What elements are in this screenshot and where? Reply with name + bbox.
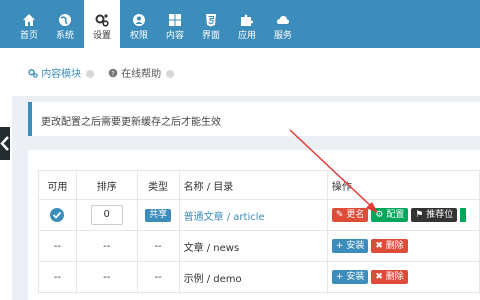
col-type: 类型 — [136, 170, 180, 200]
delete-button[interactable]: ✖ 删除 — [371, 270, 408, 284]
globe-icon — [59, 14, 71, 26]
module-name-link[interactable]: 普通文章 / article — [184, 212, 265, 223]
delete-button[interactable]: ✖ 删除 — [371, 239, 408, 253]
col-order: 排序 — [75, 170, 138, 200]
cogs-icon — [28, 69, 38, 78]
nav-home[interactable]: 首页 — [12, 0, 46, 48]
nav-permissions[interactable]: 权限 — [122, 0, 156, 48]
nav-services[interactable]: 服务 — [266, 0, 300, 48]
sidebar-toggle[interactable] — [0, 127, 10, 160]
puzzle-icon — [241, 14, 253, 26]
nav-settings[interactable]: 设置 — [84, 0, 120, 48]
col-actions: 操作 — [326, 170, 480, 200]
tab-content-modules[interactable]: 内容模块 — [28, 65, 95, 80]
recommend-position-button[interactable]: ⚑ 推荐位 — [411, 208, 458, 222]
enabled-check-icon[interactable] — [50, 208, 65, 222]
table-row: 0 共享 普通文章 / article ✎ 更名 ⚙ 配置 ⚑ 推荐位 — [38, 199, 480, 231]
rename-button[interactable]: ✎ 更名 — [331, 208, 369, 222]
tab-online-help[interactable]: ? 在线帮助 — [108, 65, 175, 80]
grid-icon — [169, 14, 181, 26]
nav-system[interactable]: 系统 — [48, 0, 82, 48]
home-icon — [23, 14, 35, 26]
top-navbar: 首页 系统 设置 权限 内容 界面 应用 服务 — [0, 0, 480, 48]
config-button[interactable]: ⚙ 配置 — [371, 208, 409, 222]
svg-text:?: ? — [111, 70, 114, 78]
info-callout: 更改配置之后需要更新缓存之后才能生效 — [28, 102, 480, 136]
order-input[interactable]: 0 — [90, 205, 123, 225]
table-row: -- -- -- 文章 / news + 安装 ✖ 删除 — [38, 230, 480, 262]
table-row: -- -- -- 示例 / demo + 安装 ✖ 删除 — [38, 261, 480, 293]
tab-close-icon[interactable] — [86, 70, 95, 78]
table-header-row: 可用 排序 类型 名称 / 目录 操作 — [38, 170, 480, 200]
chevron-left-icon — [0, 136, 9, 151]
html5-icon — [206, 14, 216, 27]
modules-table: 可用 排序 类型 名称 / 目录 操作 0 共享 普通文章 / article … — [38, 170, 480, 293]
tab-close-icon[interactable] — [166, 70, 175, 78]
type-badge: 共享 — [145, 208, 172, 222]
col-enabled: 可用 — [38, 170, 77, 200]
cloud-icon — [276, 16, 290, 24]
more-button[interactable] — [460, 208, 467, 222]
nav-content[interactable]: 内容 — [158, 0, 192, 48]
question-icon: ? — [108, 68, 118, 78]
nav-apps[interactable]: 应用 — [230, 0, 264, 48]
cogs-icon — [95, 14, 109, 27]
user-icon — [133, 14, 145, 26]
install-button[interactable]: + 安装 — [331, 270, 369, 284]
sub-tabs-bar: 内容模块 ? 在线帮助 — [0, 48, 480, 96]
nav-interface[interactable]: 界面 — [194, 0, 228, 48]
col-name: 名称 / 目录 — [178, 170, 328, 200]
install-button[interactable]: + 安装 — [331, 239, 369, 253]
